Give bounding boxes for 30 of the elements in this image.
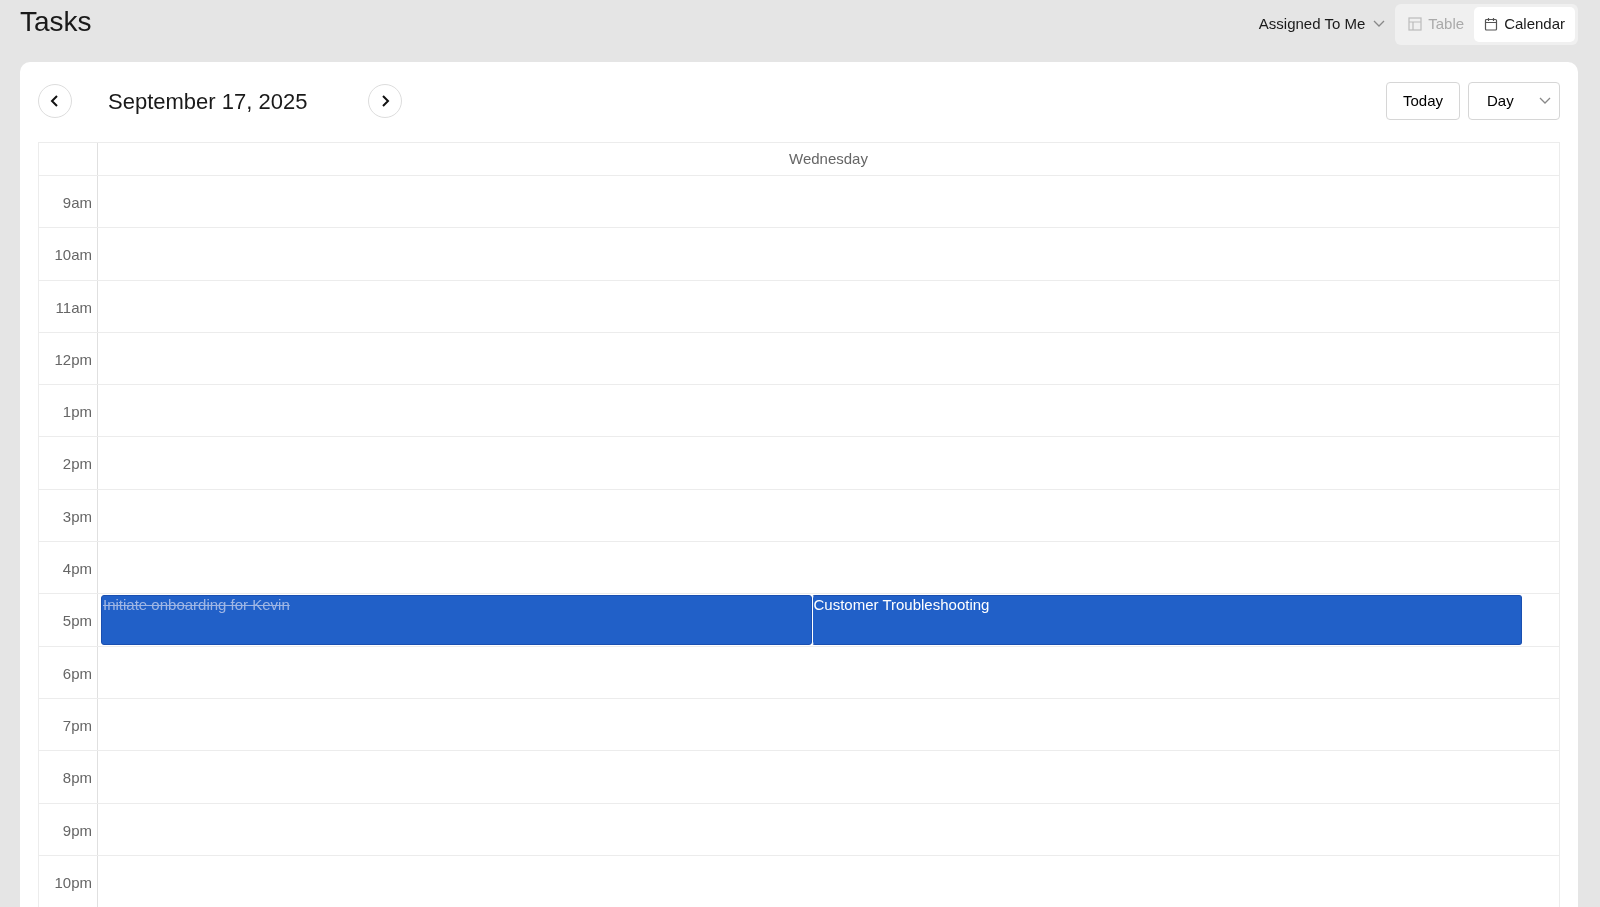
chevron-right-icon: [380, 94, 390, 108]
current-date: September 17, 2025: [108, 87, 309, 116]
hour-label: 12pm: [54, 350, 92, 368]
hour-label: 1pm: [62, 403, 92, 421]
hour-label: 6pm: [62, 664, 92, 682]
today-button[interactable]: Today: [1385, 82, 1460, 120]
calendar-icon: [1484, 17, 1499, 32]
hour-label: 3pm: [62, 507, 92, 525]
hour-label: 9am: [62, 194, 92, 211]
assignee-filter-dropdown[interactable]: Assigned To Me: [1252, 13, 1392, 36]
hour-label: 10pm: [54, 873, 92, 891]
calendar-event[interactable]: Customer Troubleshooting: [811, 595, 1522, 646]
hour-label: 2pm: [62, 455, 92, 473]
view-tab[interactable]: Calendar: [1474, 7, 1575, 42]
page-title: Tasks: [20, 5, 92, 39]
hour-label: 5pm: [62, 612, 92, 630]
hour-label: 7pm: [62, 716, 92, 734]
hour-label: 11am: [55, 298, 92, 316]
previous-button[interactable]: [38, 84, 72, 118]
hour-label: 4pm: [62, 560, 92, 578]
chevron-left-icon: [50, 94, 60, 108]
day-header: Wednesday: [788, 149, 869, 169]
hour-label: 9pm: [62, 821, 92, 839]
hour-label: 8pm: [62, 769, 92, 787]
chevron-down-icon: [1373, 20, 1386, 29]
chevron-down-icon: [1539, 97, 1551, 105]
hour-label: 10am: [54, 246, 92, 264]
view-range-select[interactable]: Day: [1468, 82, 1560, 120]
next-button[interactable]: [368, 84, 402, 118]
table-icon: [1408, 17, 1423, 32]
